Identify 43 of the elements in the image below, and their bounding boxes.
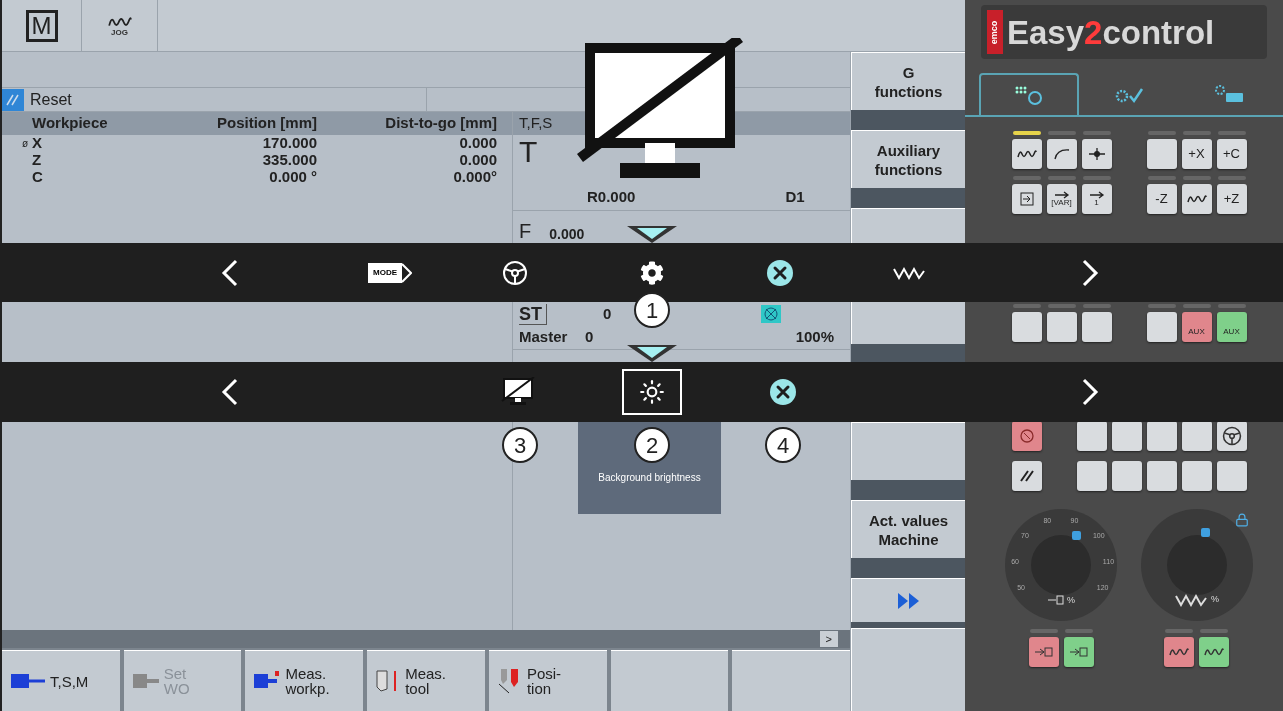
column-header: Workpiece [31, 113, 109, 134]
master-value: 0 [585, 327, 594, 348]
tool-label: T [519, 135, 538, 169]
softkey[interactable]: Auxiliary functions [851, 130, 965, 188]
machine-icon[interactable]: M [25, 9, 58, 42]
dial-unit: % [1067, 593, 1075, 607]
softkey[interactable]: Meas. tool [367, 650, 485, 711]
panel-key[interactable]: 1 [1081, 184, 1112, 214]
radius-value: R0.000 [587, 187, 636, 208]
panel-key[interactable]: +Z [1216, 184, 1247, 214]
menu-item[interactable]: MODE [360, 249, 420, 296]
dial-unit: % [1211, 593, 1219, 607]
edge-value: D1 [785, 187, 805, 208]
override-dial[interactable]: % [1141, 509, 1253, 621]
mode-label: JOG [111, 28, 128, 37]
panel-title: T,F,S [519, 113, 553, 134]
panel-key[interactable]: AUX [1216, 312, 1247, 342]
column-header: Dist-to-go [mm] [384, 113, 497, 134]
callout-number: 3 [502, 427, 538, 463]
callout-number: 4 [765, 427, 801, 463]
panel-key[interactable]: +C [1216, 139, 1247, 169]
master-label: Master [519, 327, 569, 348]
callout-number: 1 [634, 292, 670, 328]
scroll-more-button[interactable]: > [819, 631, 838, 647]
status-text: Reset [30, 89, 72, 110]
override-value: 100% [795, 327, 834, 348]
softkey[interactable]: G functions [851, 52, 965, 110]
feed-label: F [519, 221, 532, 241]
spindle-label: ST [519, 303, 547, 325]
softkey[interactable]: Posi- tion [488, 650, 607, 711]
feed-value: 0.000 [549, 227, 585, 241]
softkey[interactable]: T,S,M [2, 650, 120, 711]
panel-key[interactable]: -Z [1146, 184, 1177, 214]
panel-key[interactable]: +X [1181, 139, 1212, 169]
panel-key[interactable]: [VAR] [1046, 184, 1077, 214]
product-name: Easy2control [1007, 15, 1215, 49]
softkey[interactable]: Act. values Machine [851, 500, 965, 558]
spindle-value: 0 [603, 303, 612, 324]
brand-label: emco [990, 20, 1000, 44]
column-header: Position [mm] [216, 113, 317, 134]
softkey[interactable]: Meas. workp. [245, 650, 364, 711]
diameter-marker: ø [22, 137, 29, 151]
panel-key[interactable]: AUX [1181, 312, 1212, 342]
